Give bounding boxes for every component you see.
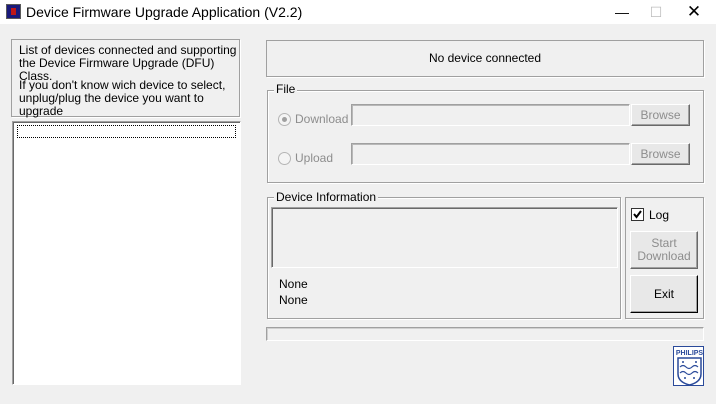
- log-checkbox[interactable]: [631, 208, 644, 221]
- upload-browse-button: Browse: [631, 143, 690, 165]
- upload-radio-label: Upload: [295, 151, 334, 165]
- svg-text:PHILIPS: PHILIPS: [676, 350, 704, 357]
- philips-logo: PHILIPS: [673, 346, 704, 386]
- window-title: Device Firmware Upgrade Application (V2.…: [26, 4, 303, 20]
- download-browse-button: Browse: [631, 104, 690, 126]
- device-info-line-2: None: [279, 293, 308, 307]
- checkmark-icon: [633, 210, 642, 219]
- download-path-field: [351, 104, 630, 126]
- download-radio-label: Download: [295, 112, 349, 126]
- upload-radio[interactable]: [278, 152, 291, 165]
- app-icon[interactable]: [6, 4, 21, 19]
- list-focus-rect: [17, 125, 236, 138]
- minimize-button[interactable]: —: [604, 0, 640, 24]
- instructions-box: List of devices connected and supporting…: [11, 39, 240, 118]
- radio-selected-dot: [282, 117, 287, 122]
- close-button[interactable]: ✕: [676, 0, 712, 24]
- upload-path-field: [351, 143, 630, 165]
- device-list[interactable]: [12, 121, 241, 385]
- exit-button[interactable]: Exit: [630, 275, 698, 313]
- file-group-label: File: [274, 82, 298, 96]
- start-download-button: Start Download: [630, 231, 698, 269]
- instructions-text-2: If you don't know wich device to select,…: [19, 78, 226, 118]
- connection-status: No device connected: [266, 40, 704, 77]
- maximize-button: ☐: [649, 4, 663, 20]
- log-checkbox-label: Log: [649, 208, 670, 222]
- device-info-line-1: None: [279, 277, 308, 291]
- device-info-text-area: [271, 207, 618, 268]
- philips-shield-icon: PHILIPS: [676, 350, 704, 386]
- progress-bar: [266, 327, 704, 341]
- download-radio[interactable]: [278, 113, 291, 126]
- start-download-label-2: Download: [637, 249, 691, 263]
- device-info-group-label: Device Information: [274, 190, 379, 204]
